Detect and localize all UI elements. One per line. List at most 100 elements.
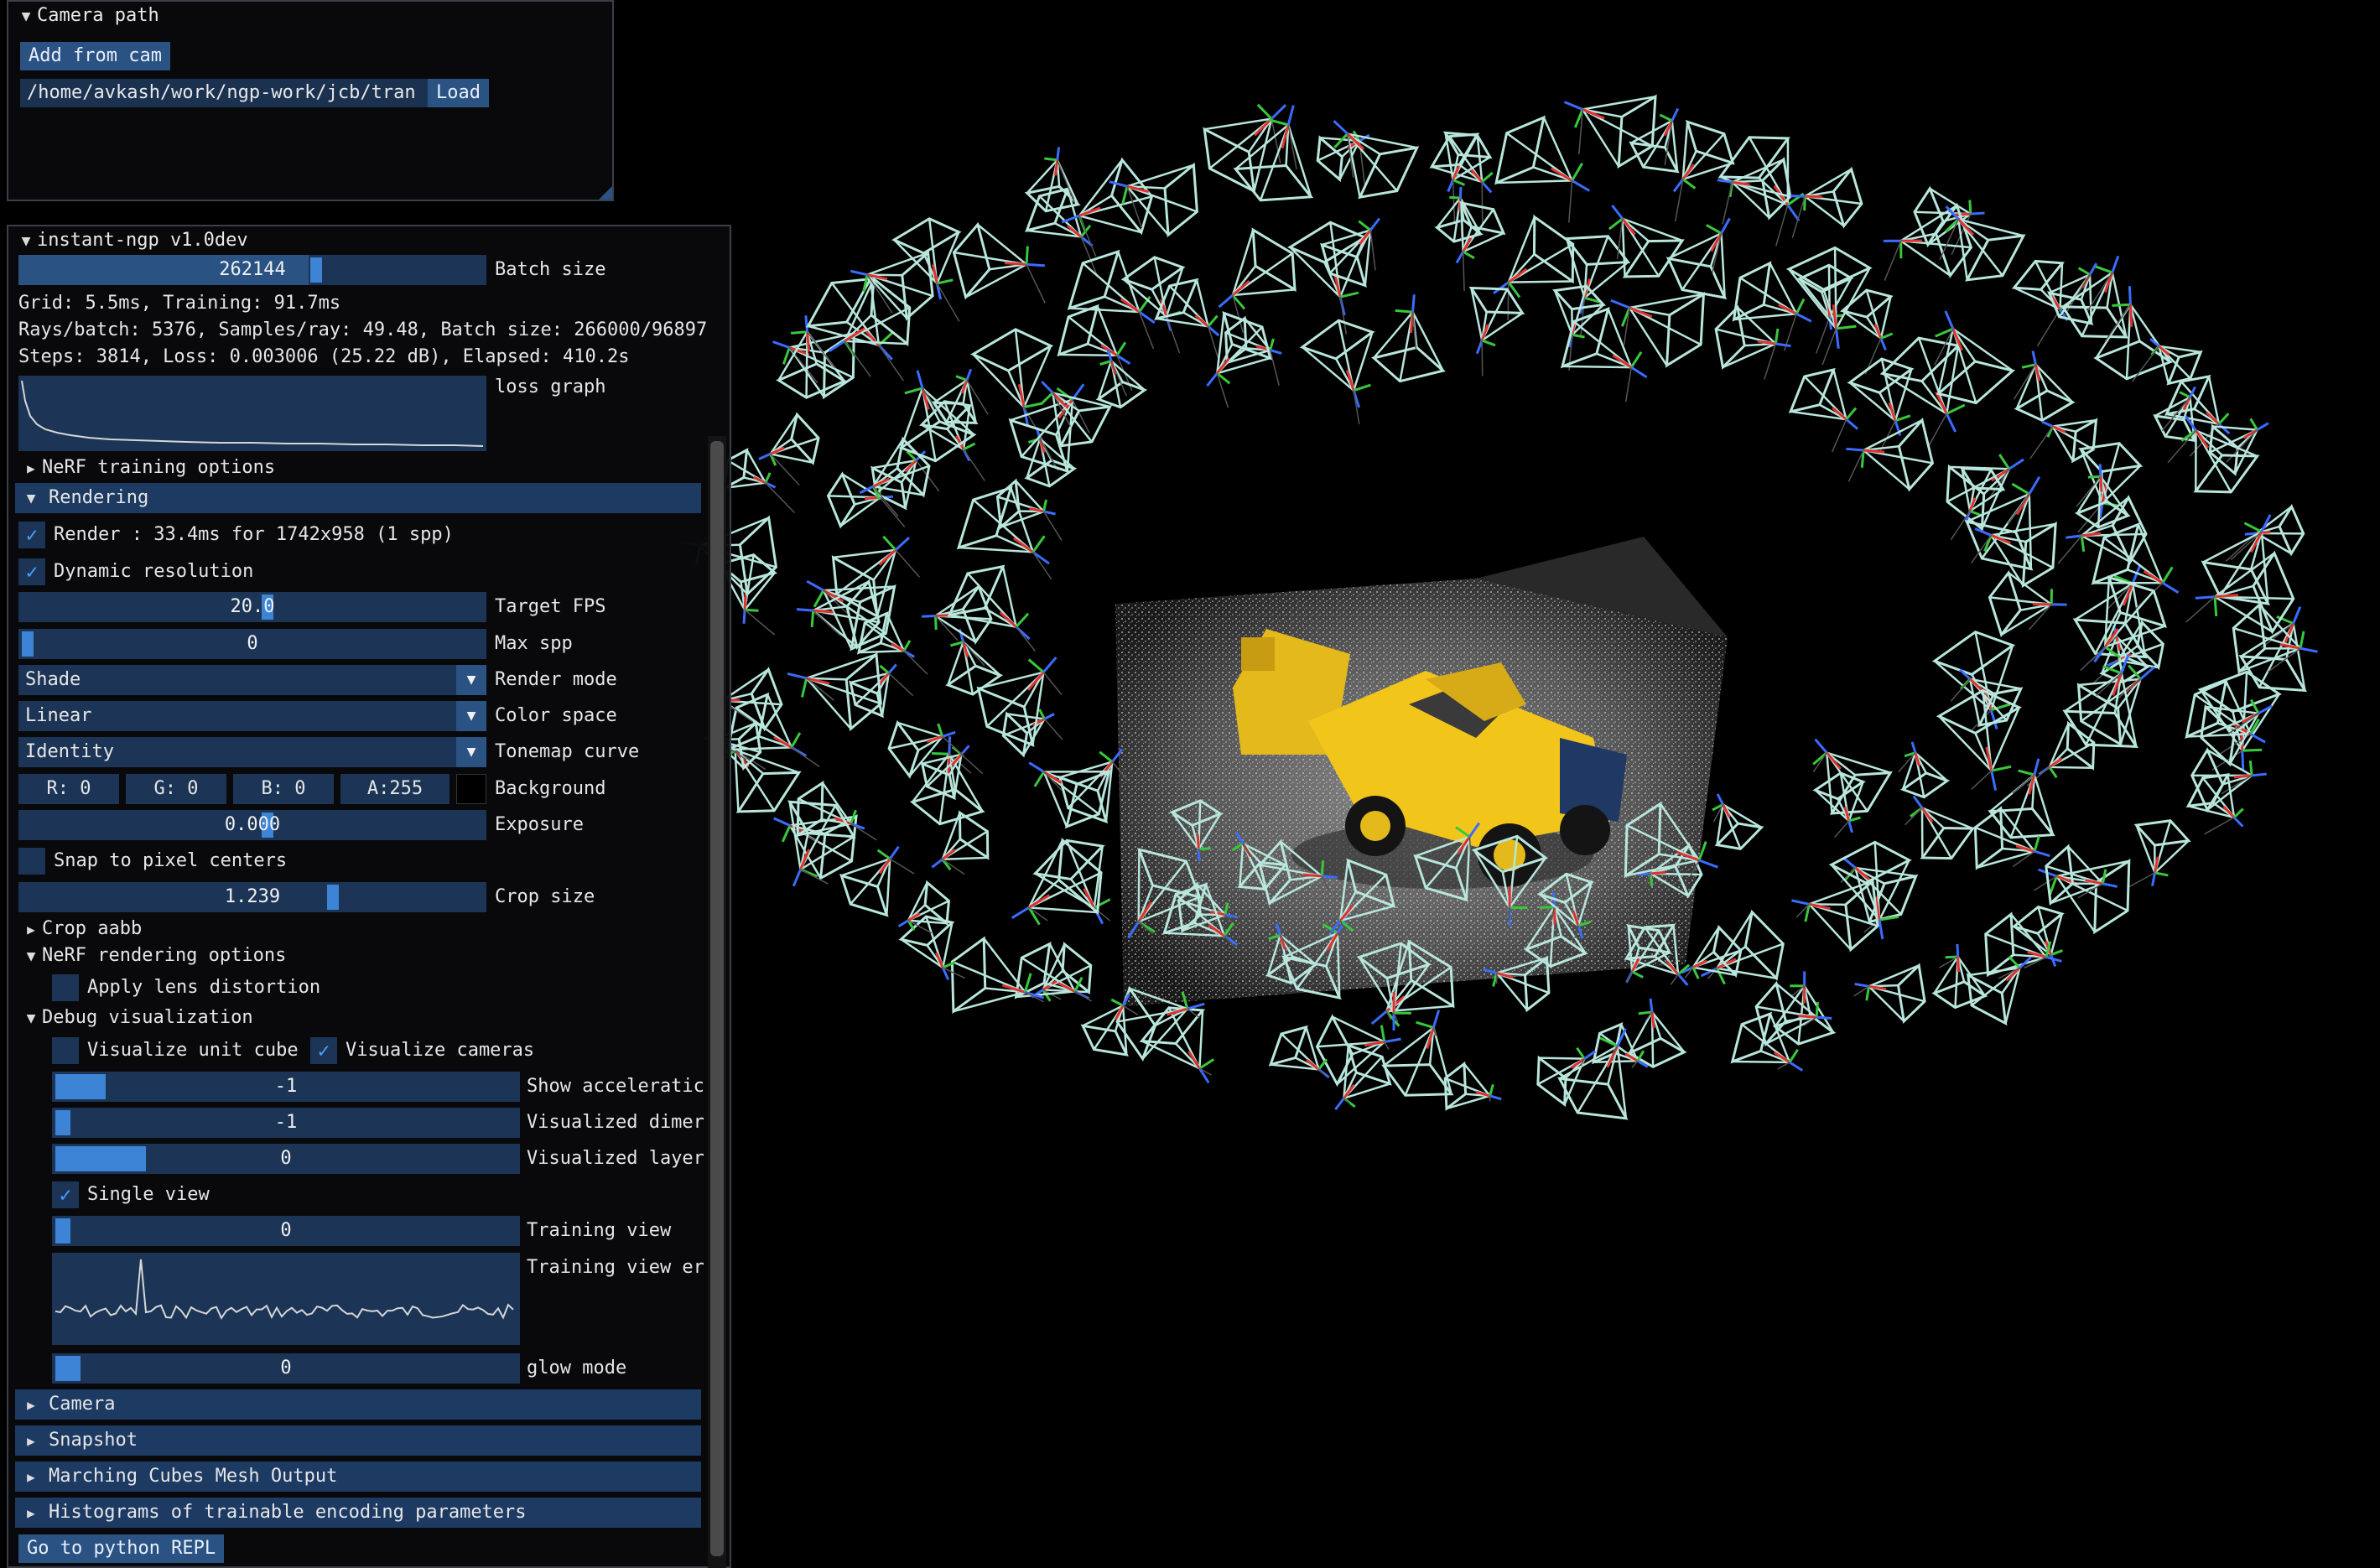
- visualized-dimension-value: -1: [274, 1112, 298, 1133]
- crop-size-value: 1.239: [224, 886, 281, 907]
- crop-size-label: Crop size: [495, 886, 595, 907]
- crop-size-slider[interactable]: 1.239: [18, 882, 486, 912]
- camera-frustum-icon: [1001, 709, 1063, 758]
- loss-graph-line: [21, 380, 484, 447]
- camera-frustum-icon: [891, 217, 962, 322]
- collapse-arrow-icon[interactable]: ▼: [15, 3, 37, 31]
- expand-arrow-icon: ▶: [27, 1397, 35, 1413]
- batch-size-value: 262144: [219, 259, 286, 280]
- background-a-field[interactable]: A:255: [340, 774, 449, 804]
- main-window-scrollbar[interactable]: [708, 436, 726, 1568]
- camera-frustum-icon: [1040, 381, 1113, 448]
- histograms-section-header[interactable]: ▶ Histograms of trainable encoding parame…: [15, 1498, 701, 1528]
- training-view-error-label: Training view er: [527, 1257, 704, 1278]
- camera-frustum-icon: [1109, 162, 1198, 238]
- visualized-dimension-slider[interactable]: -1: [52, 1108, 520, 1138]
- loss-graph-label: loss graph: [495, 376, 606, 397]
- render-checkbox[interactable]: ✓: [18, 522, 45, 548]
- camera-frustum-icon: [1626, 998, 1687, 1068]
- visualize-cameras-label: Visualize cameras: [346, 1040, 535, 1061]
- camera-frustum-icon: [1154, 278, 1221, 363]
- camera-frustum-icon: [1299, 319, 1375, 425]
- camera-path-file-input[interactable]: /home/avkash/work/ngp-work/jcb/tran: [20, 79, 433, 107]
- load-button[interactable]: Load: [428, 79, 489, 107]
- visualize-unit-cube-checkbox[interactable]: [52, 1037, 79, 1064]
- camera-frustum-icon: [2131, 338, 2203, 386]
- nerf-rendering-options-node[interactable]: ▼ NeRF rendering options: [20, 942, 287, 969]
- camera-frustum-icon: [1847, 357, 1915, 454]
- camera-frustum-icon: [796, 780, 877, 841]
- camera-frustum-icon: [1717, 136, 1805, 247]
- camera-frustum-icon: [1434, 186, 1484, 243]
- single-view-checkbox[interactable]: ✓: [52, 1181, 79, 1208]
- camera-path-header[interactable]: ▼ Camera path: [8, 2, 612, 30]
- max-spp-slider[interactable]: 0: [18, 629, 486, 659]
- training-view-error-graph[interactable]: [52, 1253, 520, 1345]
- camera-section-header[interactable]: ▶ Camera: [15, 1389, 701, 1420]
- show-acceleration-slider[interactable]: -1: [52, 1072, 520, 1102]
- python-repl-button[interactable]: Go to python REPL: [18, 1534, 225, 1563]
- instant-ngp-header[interactable]: ▼ instant-ngp v1.0dev: [8, 226, 730, 255]
- rendering-header[interactable]: ▼ Rendering: [15, 483, 701, 513]
- camera-frustum-icon: [920, 745, 984, 801]
- camera-frustum-icon: [1468, 286, 1525, 376]
- camera-frustum-icon: [796, 579, 881, 651]
- crop-aabb-node[interactable]: ▶ Crop aabb: [20, 916, 142, 942]
- training-view-label: Training view: [527, 1220, 672, 1241]
- color-space-select[interactable]: Linear ▼: [18, 701, 486, 731]
- visualize-cameras-checkbox[interactable]: ✓: [310, 1037, 337, 1064]
- glow-mode-slider[interactable]: 0: [52, 1353, 520, 1384]
- stats-rays: Rays/batch: 5376, Samples/ray: 49.48, Ba…: [18, 319, 708, 340]
- collapse-arrow-icon: ▼: [26, 490, 36, 507]
- snap-to-pixel-centers-checkbox[interactable]: [18, 848, 45, 875]
- expand-arrow-icon: ▶: [27, 1433, 35, 1449]
- background-r-field[interactable]: R: 0: [18, 774, 119, 804]
- single-view-label: Single view: [87, 1184, 210, 1205]
- dropdown-arrow-icon[interactable]: ▼: [456, 737, 486, 767]
- dropdown-arrow-icon[interactable]: ▼: [456, 665, 486, 695]
- show-acceleration-label: Show acceleratic: [527, 1076, 704, 1097]
- visualized-layer-slider[interactable]: 0: [52, 1144, 520, 1174]
- camera-frustum-icon: [1790, 166, 1863, 238]
- camera-frustum-icon: [1552, 284, 1607, 371]
- scrollbar-thumb[interactable]: [710, 441, 724, 1556]
- camera-frustum-icon: [1898, 741, 1951, 799]
- render-mode-select[interactable]: Shade ▼: [18, 665, 486, 695]
- color-space-label: Color space: [495, 705, 617, 726]
- training-view-value: 0: [280, 1220, 292, 1241]
- background-g-field[interactable]: G: 0: [126, 774, 226, 804]
- camera-frustum-icon: [1712, 793, 1764, 851]
- max-spp-value: 0: [247, 633, 258, 654]
- collapse-arrow-icon[interactable]: ▼: [15, 227, 37, 256]
- expand-arrow-icon: ▶: [27, 1469, 35, 1485]
- apply-lens-distortion-checkbox[interactable]: [52, 974, 79, 1001]
- camera-frustum-icon: [2013, 350, 2076, 423]
- resize-grip[interactable]: [599, 186, 612, 200]
- dynamic-resolution-checkbox[interactable]: ✓: [18, 558, 45, 585]
- debug-visualization-node[interactable]: ▼ Debug visualization: [20, 1005, 253, 1031]
- camera-frustum-icon: [1853, 963, 1926, 1024]
- marching-cubes-section-header[interactable]: ▶ Marching Cubes Mesh Output: [15, 1462, 701, 1492]
- training-view-slider[interactable]: 0: [52, 1216, 520, 1246]
- camera-frustum-icon: [1812, 771, 1866, 839]
- glow-mode-label: glow mode: [527, 1358, 627, 1378]
- camera-frustum-icon: [1061, 157, 1154, 257]
- render-label: Render : 33.4ms for 1742x958 (1 spp): [54, 524, 454, 545]
- camera-frustum-icon: [950, 936, 1045, 1015]
- camera-frustum-icon: [2164, 374, 2231, 457]
- stats-grid: Grid: 5.5ms, Training: 91.7ms: [18, 293, 341, 314]
- dropdown-arrow-icon[interactable]: ▼: [456, 701, 486, 731]
- add-from-cam-button[interactable]: Add from cam: [20, 42, 170, 70]
- tonemap-curve-select[interactable]: Identity ▼: [18, 737, 486, 767]
- batch-size-slider[interactable]: 262144: [18, 255, 486, 285]
- camera-frustum-icon: [956, 485, 1052, 580]
- background-color-swatch[interactable]: [456, 774, 486, 804]
- background-b-field[interactable]: B: 0: [233, 774, 334, 804]
- snapshot-section-header[interactable]: ▶ Snapshot: [15, 1425, 701, 1456]
- exposure-slider[interactable]: 0.000: [18, 810, 486, 840]
- camera-frustum-icon: [1788, 367, 1859, 453]
- nerf-training-options-node[interactable]: ▶ NeRF training options: [20, 454, 275, 481]
- target-fps-slider[interactable]: 20.0: [18, 592, 486, 622]
- loss-graph[interactable]: [18, 376, 486, 451]
- camera-frustum-icon: [952, 221, 1046, 304]
